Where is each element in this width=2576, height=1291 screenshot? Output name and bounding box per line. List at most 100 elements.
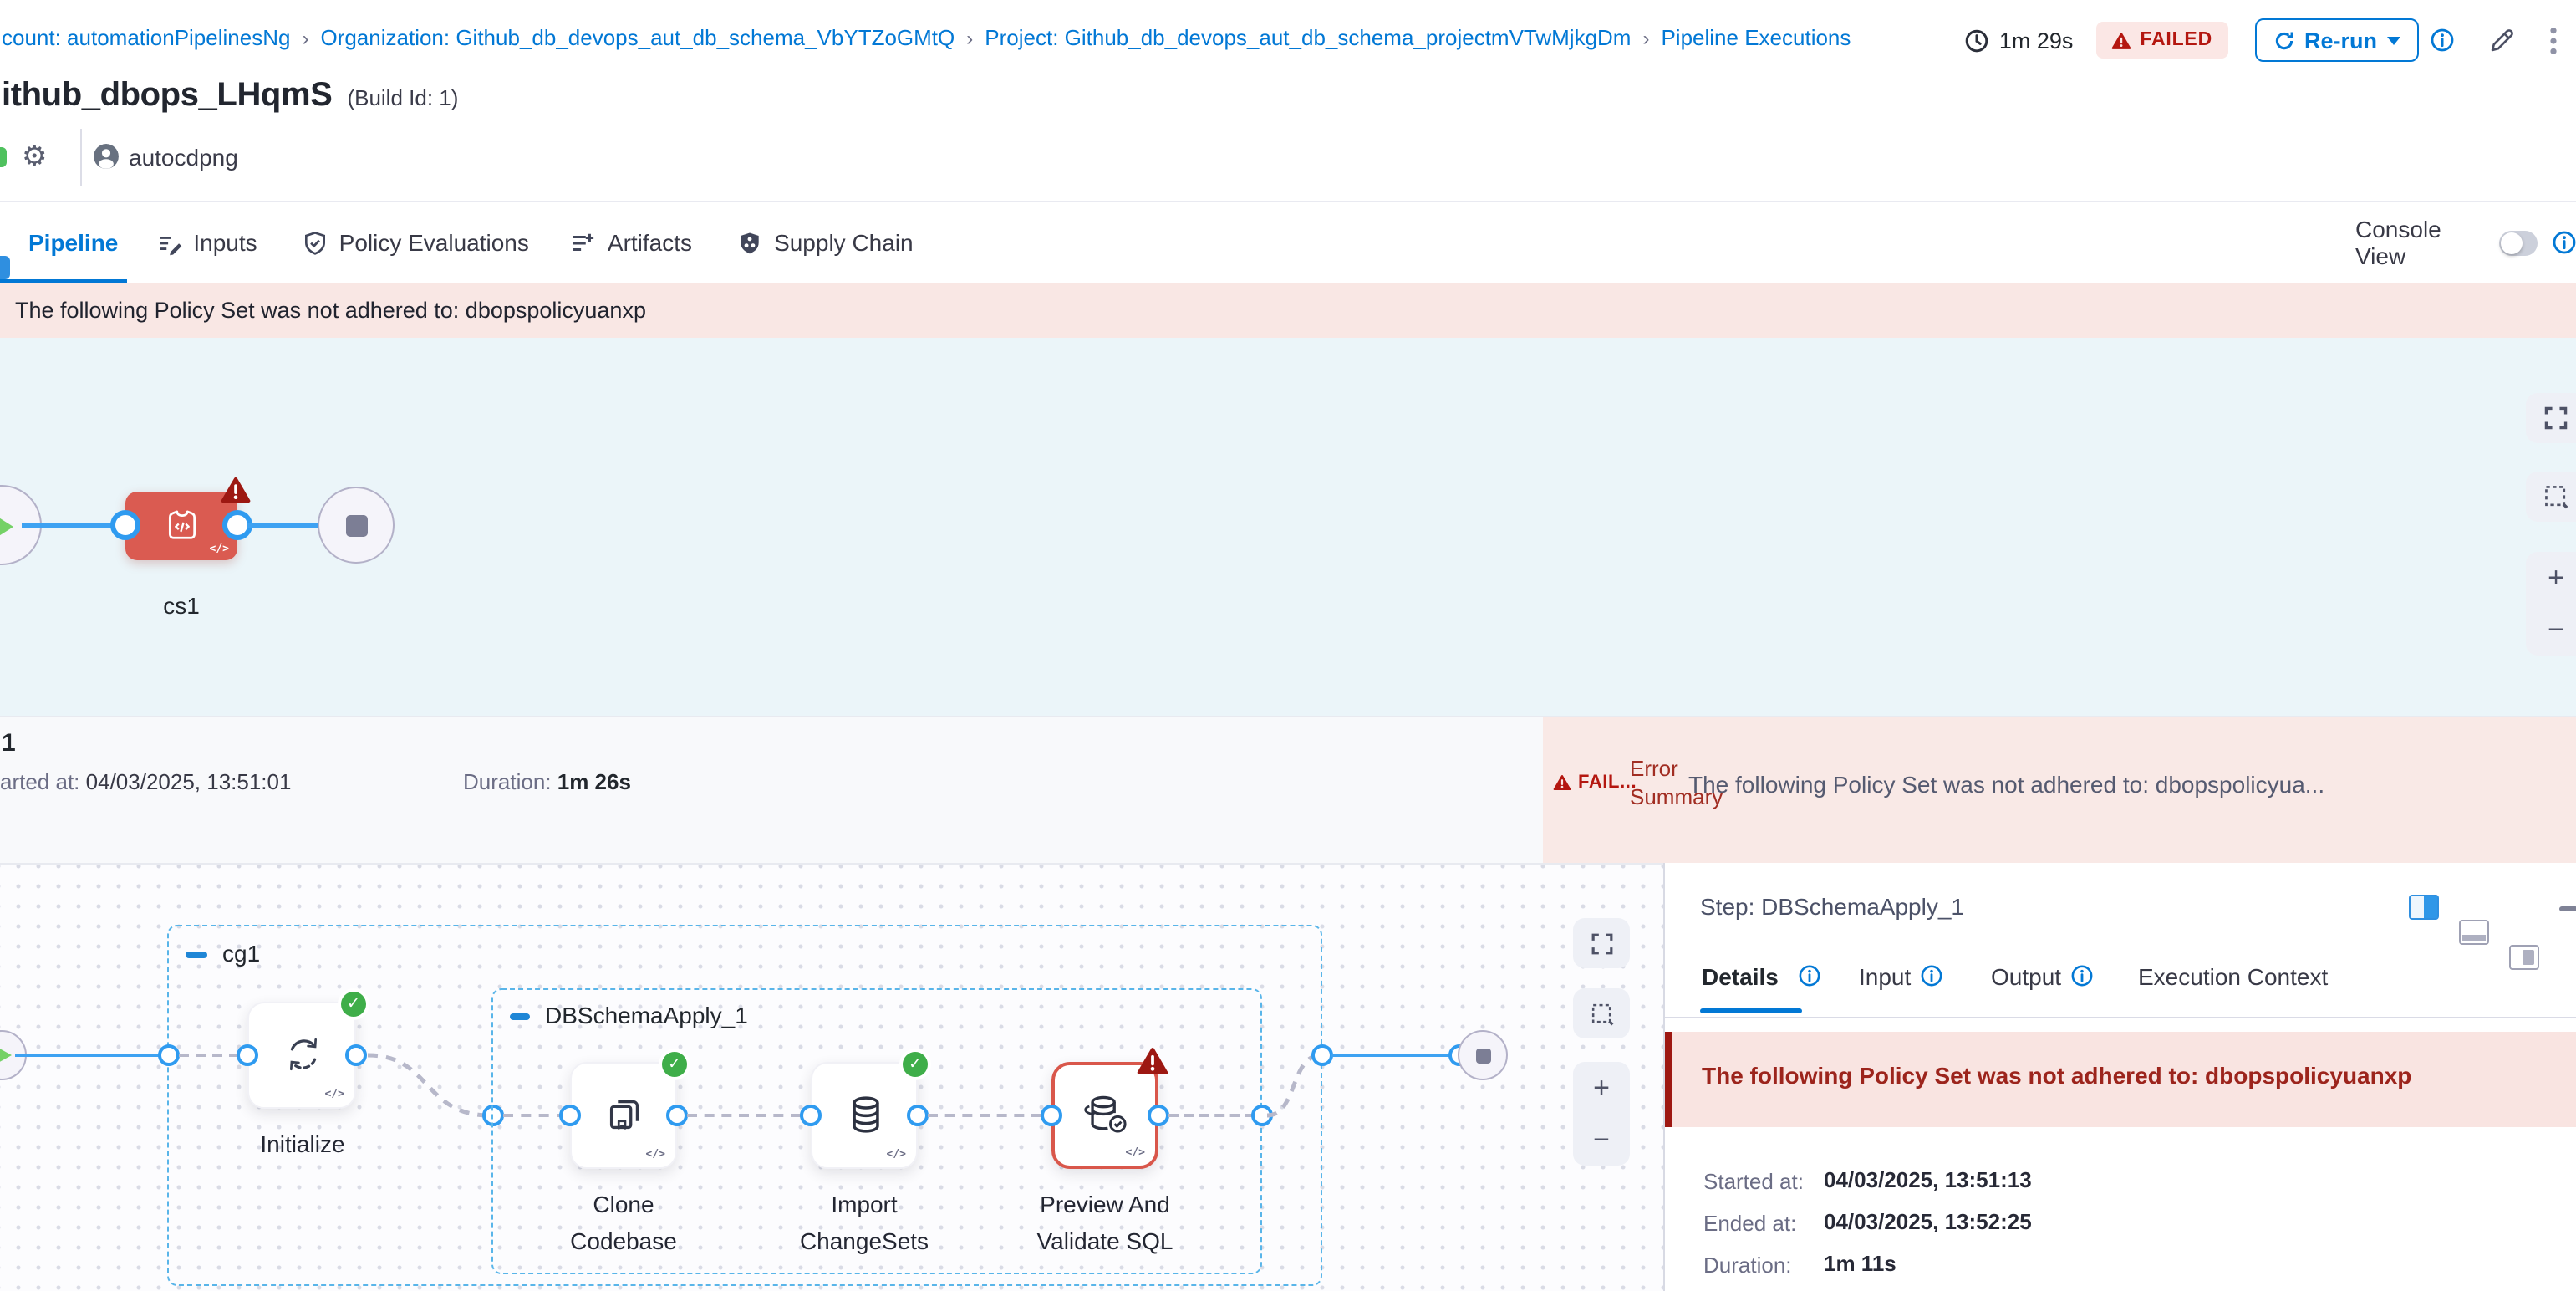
group-label-cg1[interactable]: cg1 — [222, 940, 260, 967]
console-view-control: Console View — [2355, 202, 2576, 283]
pipeline-execution-page: count: automationPipelinesNg › Organizat… — [0, 0, 2576, 1291]
fullscreen-button[interactable] — [2526, 393, 2576, 443]
elapsed-time: 1m 29s — [1964, 28, 2074, 53]
connection-point — [559, 1105, 581, 1126]
tab-supply-chain[interactable]: Supply Chain — [737, 229, 914, 256]
code-mark-icon: </> — [1126, 1146, 1146, 1159]
stage-graph-canvas[interactable]: </> cs1 + − — [0, 338, 2576, 716]
panel-tab-details[interactable]: Details — [1702, 963, 1779, 990]
tab-inputs[interactable]: Inputs — [156, 229, 257, 256]
play-icon — [0, 515, 13, 538]
edit-pipeline-icon[interactable] — [2487, 26, 2516, 54]
marquee-select-button[interactable] — [1573, 988, 1630, 1038]
fullscreen-button[interactable] — [1573, 918, 1630, 968]
stage-summary-bar: 1 arted at: 04/03/2025, 13:51:01 Duratio… — [0, 716, 2576, 865]
step-graph-canvas[interactable]: cg1 </> ✓ Initialize — [0, 863, 1663, 1291]
inputs-icon — [156, 230, 181, 255]
breadcrumb-organization[interactable]: Organization: Github_db_devops_aut_db_sc… — [320, 25, 955, 50]
tab-policy-evaluations[interactable]: Policy Evaluations — [303, 229, 529, 256]
connection-point — [237, 1044, 258, 1066]
tab-pipeline[interactable]: Pipeline — [0, 229, 118, 256]
duration-value: 1m 26s — [557, 769, 631, 794]
graph-edge-dashed — [687, 1114, 801, 1117]
zoom-controls: + − — [1573, 1062, 1630, 1166]
group-label-dbschemaapply[interactable]: DBSchemaApply_1 — [545, 1002, 748, 1028]
connection-point — [666, 1105, 688, 1126]
panel-tab-output[interactable]: Output — [1991, 963, 2061, 990]
step-node-preview-validate-sql[interactable]: </> — [1051, 1062, 1158, 1169]
meta-row: ⚙ autocdpng — [0, 140, 669, 177]
stage-summary-duration: Duration: 1m 26s — [463, 769, 631, 794]
play-icon — [0, 1047, 12, 1064]
breadcrumb-account[interactable]: count: automationPipelinesNg — [2, 25, 290, 50]
status-badge: FAILED — [2096, 22, 2227, 59]
shield-network-icon — [737, 230, 762, 255]
execution-tabbar: Pipeline Inputs Policy Evaluations — [0, 201, 2576, 284]
stage-node-cs1[interactable]: </> — [125, 491, 237, 559]
started-at-value: 04/03/2025, 13:51:13 — [1824, 1167, 2032, 1192]
elapsed-time-value: 1m 29s — [1999, 28, 2074, 53]
success-badge-icon: ✓ — [662, 1052, 687, 1077]
output-info-icon[interactable] — [2071, 965, 2093, 987]
breadcrumb-pipeline-executions[interactable]: Pipeline Executions — [1661, 25, 1851, 50]
tab-policy-label: Policy Evaluations — [339, 229, 529, 256]
fail-status-label: FAIL... — [1578, 773, 1637, 793]
graph-edge-dashed — [503, 1114, 567, 1117]
tab-artifacts[interactable]: Artifacts — [571, 229, 692, 256]
success-badge-icon: ✓ — [341, 992, 366, 1017]
step-node-import-changesets[interactable]: </> ✓ — [811, 1062, 918, 1169]
breadcrumb-project[interactable]: Project: Github_db_devops_aut_db_schema_… — [985, 25, 1631, 50]
duration-label: Duration: — [463, 769, 552, 794]
execution-info-icon[interactable] — [2431, 28, 2454, 52]
collapse-group-icon[interactable] — [510, 1013, 530, 1019]
divider — [80, 129, 82, 186]
sync-icon — [281, 1032, 326, 1077]
step-label-preview-validate-sql: Preview And Validate SQL — [1028, 1186, 1182, 1259]
clock-icon — [1964, 28, 1989, 53]
tab-supply-chain-label: Supply Chain — [774, 229, 914, 256]
user-avatar-icon — [94, 144, 119, 169]
step-label-initialize: Initialize — [226, 1125, 379, 1162]
panel-tab-input[interactable]: Input — [1859, 963, 1911, 990]
step-panel-title: Step: DBSchemaApply_1 — [1700, 893, 1964, 920]
more-options-icon[interactable] — [2549, 26, 2558, 54]
details-info-icon[interactable] — [1799, 965, 1820, 987]
execution-detail-section: cg1 </> ✓ Initialize — [0, 863, 2576, 1291]
connection-point — [800, 1105, 822, 1126]
collapse-group-icon[interactable] — [186, 952, 207, 957]
failed-badge-icon — [1137, 1047, 1168, 1075]
pipeline-icon — [0, 256, 10, 279]
stage-summary-name: 1 — [2, 729, 16, 758]
divider — [1665, 1017, 2576, 1018]
step-node-initialize[interactable]: </> ✓ — [247, 1002, 356, 1109]
panel-tab-execution-context[interactable]: Execution Context — [2138, 963, 2328, 990]
stage-label: cs1 — [125, 592, 237, 619]
zoom-out-button[interactable]: − — [2548, 613, 2564, 646]
policy-violation-banner: The following Policy Set was not adhered… — [0, 283, 2576, 338]
code-mark-icon: </> — [325, 1087, 345, 1100]
layout-right-view-icon[interactable] — [2409, 895, 2439, 920]
zoom-in-button[interactable]: + — [2548, 561, 2564, 594]
started-at-label: Started at: — [1703, 1169, 1804, 1194]
input-info-icon[interactable] — [1921, 965, 1942, 987]
success-badge-icon: ✓ — [903, 1052, 928, 1077]
graph-end-node — [318, 487, 395, 564]
started-at-value: 04/03/2025, 13:51:01 — [86, 769, 292, 794]
marquee-select-button[interactable] — [2526, 472, 2576, 522]
step-error-box: The following Policy Set was not adhered… — [1665, 1032, 2576, 1127]
step-detail-panel: Step: DBSchemaApply_1 Details Input Outp… — [1663, 863, 2576, 1291]
rerun-button[interactable]: Re-run — [2254, 18, 2419, 62]
rerun-button-label: Re-run — [2304, 28, 2377, 53]
zoom-in-button[interactable]: + — [1593, 1071, 1610, 1105]
code-mark-icon: </> — [210, 541, 230, 554]
zoom-controls: + − — [2526, 552, 2576, 656]
duration-label: Duration: — [1703, 1253, 1792, 1278]
console-info-icon[interactable] — [2553, 231, 2576, 254]
layout-floating-view-icon[interactable] — [2509, 945, 2539, 970]
gear-icon[interactable]: ⚙ — [22, 139, 48, 176]
layout-bottom-view-icon[interactable] — [2459, 920, 2489, 945]
zoom-out-button[interactable]: − — [1593, 1123, 1610, 1156]
step-node-clone-codebase[interactable]: </> ✓ — [570, 1062, 677, 1169]
console-view-toggle[interactable] — [2498, 230, 2538, 255]
minimize-panel-icon[interactable] — [2559, 906, 2576, 911]
